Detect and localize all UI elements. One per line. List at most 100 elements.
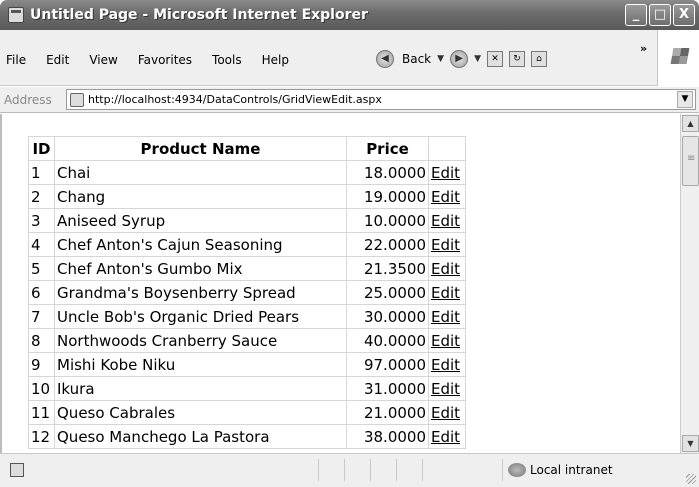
cell-edit: Edit (428, 400, 466, 425)
resize-grip-icon[interactable] (686, 474, 696, 484)
page-content: ID Product Name Price 1 Chai 18.0000 Edit 2 C… (0, 114, 680, 453)
menu-view[interactable]: View (89, 53, 117, 67)
edit-link[interactable]: Edit (431, 260, 460, 278)
edit-link[interactable]: Edit (431, 380, 460, 398)
back-arrow-icon[interactable]: ◀ (376, 50, 394, 68)
menu-bar: File Edit View Favorites Tools Help ◀ Ba… (0, 30, 699, 86)
forward-arrow-icon[interactable]: ▶ (450, 50, 469, 68)
cell-id: 8 (28, 328, 55, 353)
status-divider (396, 459, 397, 481)
cell-id: 5 (28, 256, 55, 281)
address-dropdown-icon[interactable]: ▼ (677, 91, 693, 108)
refresh-icon[interactable]: ↻ (508, 51, 525, 67)
cell-edit: Edit (428, 232, 466, 257)
window-controls: _ □ X (625, 4, 695, 26)
status-divider (344, 459, 345, 481)
back-dropdown-icon[interactable]: ▼ (437, 54, 444, 64)
edit-link[interactable]: Edit (431, 236, 460, 254)
table-row: 12 Queso Manchego La Pastora 38.0000 Edit (28, 424, 466, 449)
product-grid: ID Product Name Price 1 Chai 18.0000 Edit 2 C… (28, 136, 466, 449)
menu-edit[interactable]: Edit (46, 53, 69, 67)
cell-product-name: Chang (54, 184, 347, 209)
edit-link[interactable]: Edit (431, 404, 460, 422)
table-row: 2 Chang 19.0000 Edit (28, 184, 466, 209)
cell-edit: Edit (428, 184, 466, 209)
cell-price: 31.0000 (346, 376, 429, 401)
header-price: Price (346, 136, 429, 161)
toolbar-chevron[interactable]: » (640, 42, 647, 55)
menu-tools[interactable]: Tools (212, 53, 242, 67)
status-bar: Local intranet (0, 453, 699, 487)
table-row: 11 Queso Cabrales 21.0000 Edit (28, 400, 466, 425)
zone-label: Local intranet (530, 463, 613, 477)
cell-price: 97.0000 (346, 352, 429, 377)
cell-edit: Edit (428, 208, 466, 233)
cell-price: 21.3500 (346, 256, 429, 281)
edit-link[interactable]: Edit (431, 356, 460, 374)
scroll-thumb[interactable] (682, 136, 699, 186)
address-input[interactable]: http://localhost:4934/DataControls/GridV… (66, 89, 696, 110)
forward-dropdown-icon[interactable]: ▼ (474, 54, 481, 64)
cell-price: 18.0000 (346, 160, 429, 185)
cell-edit: Edit (428, 304, 466, 329)
edit-link[interactable]: Edit (431, 188, 460, 206)
header-id: ID (28, 136, 55, 161)
edit-link[interactable]: Edit (431, 164, 460, 182)
cell-edit: Edit (428, 280, 466, 305)
cell-edit: Edit (428, 352, 466, 377)
cell-product-name: Ikura (54, 376, 347, 401)
status-divider (370, 459, 371, 481)
minimize-button[interactable]: _ (625, 4, 647, 26)
address-url[interactable]: http://localhost:4934/DataControls/GridV… (88, 93, 382, 106)
edit-link[interactable]: Edit (431, 284, 460, 302)
cell-product-name: Grandma's Boysenberry Spread (54, 280, 347, 305)
cell-product-name: Queso Manchego La Pastora (54, 424, 347, 449)
cell-id: 4 (28, 232, 55, 257)
cell-price: 22.0000 (346, 232, 429, 257)
stop-icon[interactable]: ✕ (486, 51, 503, 67)
edit-link[interactable]: Edit (431, 308, 460, 326)
menu-help[interactable]: Help (262, 53, 289, 67)
cell-product-name: Chai (54, 160, 347, 185)
cell-price: 10.0000 (346, 208, 429, 233)
status-divider (502, 459, 503, 481)
status-divider (422, 459, 423, 481)
cell-product-name: Northwoods Cranberry Sauce (54, 328, 347, 353)
maximize-button[interactable]: □ (649, 4, 671, 26)
cell-id: 12 (28, 424, 55, 449)
intranet-globe-icon (508, 463, 526, 477)
security-zone: Local intranet (508, 459, 613, 481)
table-row: 5 Chef Anton's Gumbo Mix 21.3500 Edit (28, 256, 466, 281)
cell-id: 11 (28, 400, 55, 425)
edit-link[interactable]: Edit (431, 212, 460, 230)
table-row: 8 Northwoods Cranberry Sauce 40.0000 Edit (28, 328, 466, 353)
cell-edit: Edit (428, 376, 466, 401)
menu-favorites[interactable]: Favorites (138, 53, 192, 67)
ie-page-icon (8, 7, 24, 23)
edit-link[interactable]: Edit (431, 428, 460, 446)
cell-price: 19.0000 (346, 184, 429, 209)
home-icon[interactable]: ⌂ (530, 51, 547, 67)
status-page-icon (10, 463, 24, 477)
close-button[interactable]: X (673, 4, 695, 26)
table-row: 7 Uncle Bob's Organic Dried Pears 30.0000 E… (28, 304, 466, 329)
cell-price: 21.0000 (346, 400, 429, 425)
cell-product-name: Queso Cabrales (54, 400, 347, 425)
cell-id: 10 (28, 376, 55, 401)
scroll-up-icon[interactable]: ▲ (682, 115, 699, 132)
window-title: Untitled Page - Microsoft Internet Explo… (30, 7, 368, 23)
menu-file[interactable]: File (6, 53, 26, 67)
table-row: 10 Ikura 31.0000 Edit (28, 376, 466, 401)
back-button[interactable]: Back (402, 52, 431, 66)
cell-product-name: Mishi Kobe Niku (54, 352, 347, 377)
table-row: 4 Chef Anton's Cajun Seasoning 22.0000 Edit (28, 232, 466, 257)
edit-link[interactable]: Edit (431, 332, 460, 350)
windows-flag-logo (657, 30, 699, 86)
vertical-scrollbar[interactable]: ▲ ▼ (680, 114, 699, 453)
cell-id: 9 (28, 352, 55, 377)
table-row: 6 Grandma's Boysenberry Spread 25.0000 Edit (28, 280, 466, 305)
scroll-down-icon[interactable]: ▼ (682, 435, 699, 452)
cell-product-name: Chef Anton's Gumbo Mix (54, 256, 347, 281)
cell-edit: Edit (428, 424, 466, 449)
cell-id: 1 (28, 160, 55, 185)
